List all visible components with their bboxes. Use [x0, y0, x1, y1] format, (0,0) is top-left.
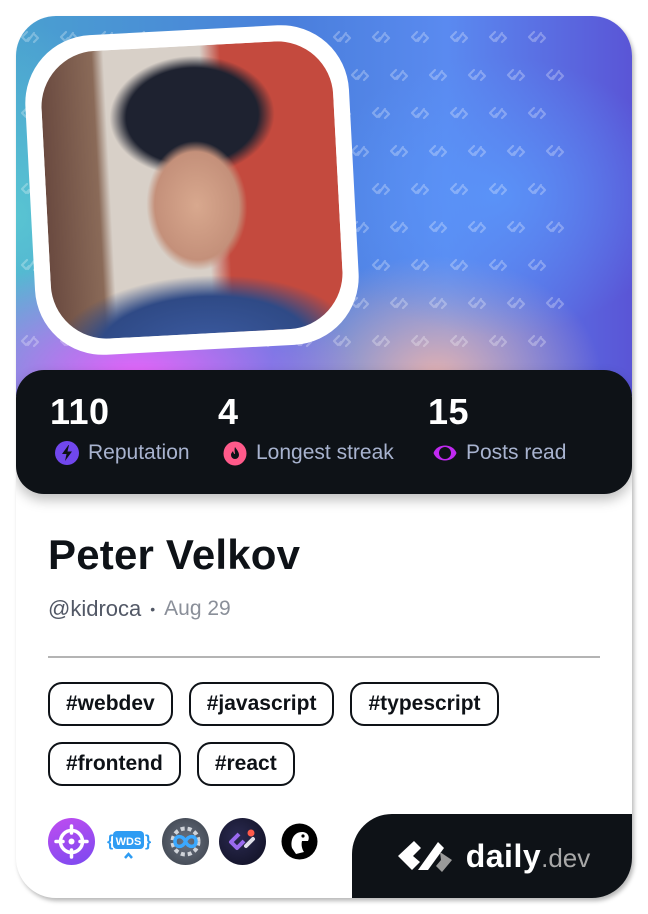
eye-ring-icon	[433, 445, 457, 461]
pattern-glyph	[410, 182, 430, 196]
flame-icon	[223, 441, 247, 466]
pattern-glyph	[467, 296, 487, 310]
pattern-glyph	[428, 144, 448, 158]
pattern-glyph	[449, 106, 469, 120]
devcard: 110 Reputation 4 Longest streak 15 Posts…	[16, 16, 632, 898]
dailydev-brand[interactable]: daily.dev	[352, 814, 632, 898]
tag-chip[interactable]: #javascript	[188, 682, 335, 726]
pattern-glyph	[410, 30, 430, 44]
pattern-glyph	[527, 106, 547, 120]
pattern-glyph	[332, 334, 352, 348]
dailydev-squad-icon[interactable]	[219, 818, 266, 865]
brand-word: daily	[465, 837, 542, 874]
pattern-glyph	[545, 220, 565, 234]
svg-text:{: {	[107, 833, 113, 850]
pattern-glyph	[449, 334, 469, 348]
separator-dot: •	[150, 601, 156, 617]
stat-label: Longest streak	[256, 441, 394, 464]
tag-chip[interactable]: #webdev	[48, 682, 173, 726]
pattern-glyph	[506, 220, 526, 234]
stat-label: Reputation	[88, 441, 190, 464]
squads-list: { WDS }	[48, 818, 323, 865]
gear-infinity-squad-icon[interactable]	[162, 818, 209, 865]
pattern-glyph	[545, 144, 565, 158]
pattern-glyph	[449, 30, 469, 44]
pattern-glyph	[467, 144, 487, 158]
pattern-glyph	[428, 220, 448, 234]
pattern-glyph	[488, 334, 508, 348]
avatar-frame	[21, 21, 363, 359]
pattern-glyph	[527, 182, 547, 196]
avatar[interactable]	[38, 38, 346, 342]
pattern-glyph	[332, 30, 352, 44]
pattern-glyph	[350, 144, 370, 158]
svg-text:WDS: WDS	[116, 836, 142, 848]
pattern-glyph	[527, 334, 547, 348]
pattern-glyph	[506, 144, 526, 158]
pattern-glyph	[488, 182, 508, 196]
svg-text:}: }	[145, 833, 151, 850]
pattern-glyph	[527, 258, 547, 272]
stat-longest-streak: 4 Longest streak	[218, 392, 394, 466]
pattern-glyph	[389, 220, 409, 234]
brand-tld: .dev	[541, 842, 591, 873]
pattern-glyph	[20, 334, 40, 348]
pattern-glyph	[410, 106, 430, 120]
pattern-glyph	[371, 334, 391, 348]
pattern-glyph	[467, 220, 487, 234]
pattern-glyph	[488, 258, 508, 272]
pattern-glyph	[467, 68, 487, 82]
stat-value: 110	[50, 391, 110, 432]
pattern-glyph	[371, 258, 391, 272]
pattern-glyph	[527, 30, 547, 44]
stat-value: 4	[218, 391, 239, 432]
pattern-glyph	[371, 182, 391, 196]
stat-posts-read: 15 Posts read	[428, 392, 566, 466]
dino-squad-icon[interactable]	[276, 818, 323, 865]
lightning-icon	[55, 441, 79, 465]
pattern-glyph	[488, 106, 508, 120]
pattern-glyph	[506, 68, 526, 82]
pattern-glyph	[449, 182, 469, 196]
pattern-glyph	[389, 296, 409, 310]
tags-list: #webdev #javascript #typescript #fronten…	[48, 682, 608, 786]
tag-chip[interactable]: #typescript	[350, 682, 499, 726]
profile-meta: @kidroca • Aug 29	[48, 596, 231, 622]
pattern-glyph	[410, 334, 430, 348]
pattern-glyph	[428, 68, 448, 82]
divider	[48, 656, 600, 658]
target-squad-icon[interactable]	[48, 818, 95, 865]
pattern-glyph	[488, 30, 508, 44]
dailydev-logo-icon	[397, 841, 452, 872]
stat-reputation: 110 Reputation	[50, 392, 190, 466]
pattern-glyph	[410, 258, 430, 272]
pattern-glyph	[389, 144, 409, 158]
pattern-glyph	[449, 258, 469, 272]
pattern-glyph	[389, 68, 409, 82]
tag-chip[interactable]: #frontend	[48, 742, 181, 786]
pattern-glyph	[350, 68, 370, 82]
profile-name: Peter Velkov	[48, 531, 301, 578]
tag-chip[interactable]: #react	[196, 742, 295, 786]
profile-handle[interactable]: @kidroca	[48, 596, 141, 622]
pattern-glyph	[506, 296, 526, 310]
pattern-glyph	[545, 68, 565, 82]
pattern-glyph	[371, 106, 391, 120]
pattern-glyph	[428, 296, 448, 310]
pattern-glyph	[371, 30, 391, 44]
cover-background	[16, 16, 632, 396]
stat-value: 15	[428, 391, 470, 432]
stats-panel: 110 Reputation 4 Longest streak 15 Posts…	[16, 370, 632, 494]
pattern-glyph	[20, 30, 40, 44]
pattern-glyph	[545, 296, 565, 310]
wds-squad-icon[interactable]: { WDS }	[105, 818, 152, 865]
join-date: Aug 29	[164, 597, 231, 620]
stat-label: Posts read	[466, 441, 567, 464]
